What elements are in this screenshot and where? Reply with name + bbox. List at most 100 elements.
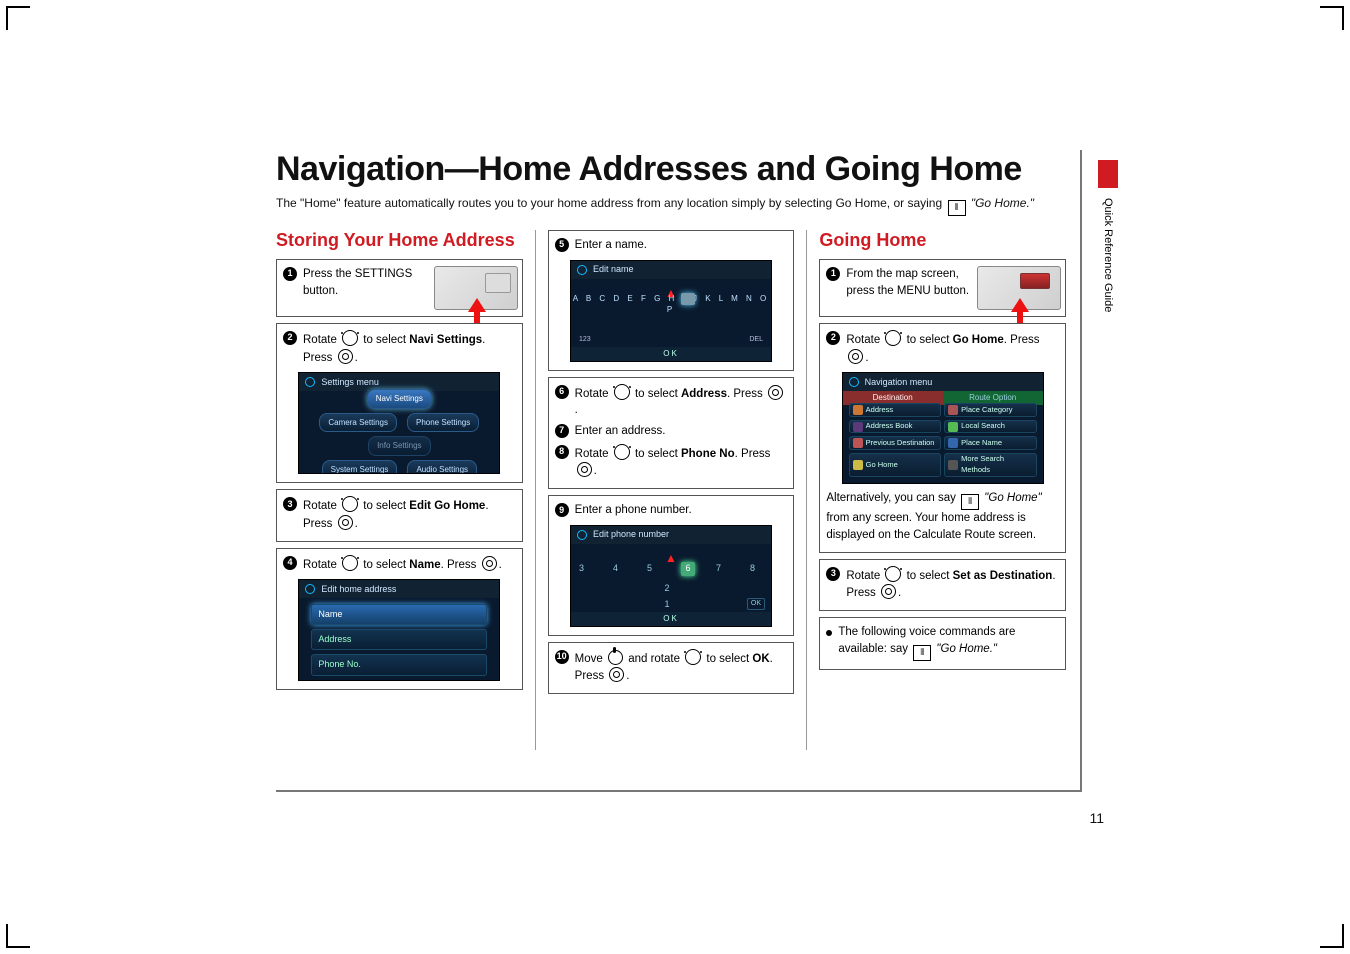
t: . Press [441, 559, 480, 571]
menu-item-info: Info Settings [368, 436, 430, 456]
bullet-gh3: 3 [826, 567, 840, 581]
t: Place Name [961, 438, 1002, 449]
page-title: Navigation—Home Addresses and Going Home [276, 150, 1066, 189]
screenshot-edit-name: Edit name ▲ A B C D E F G H I J K L M N … [570, 260, 772, 362]
t: to select [703, 653, 752, 665]
screenshot-nav-menu: Navigation menu Destination Route Option… [842, 372, 1044, 484]
t: and rotate [625, 653, 683, 665]
t: Rotate [846, 334, 883, 346]
joystick-icon [608, 650, 623, 665]
t: Navi Settings [409, 334, 482, 346]
bullet-gh2: 2 [826, 331, 840, 345]
gh-step-2: 2 Rotate to select Go Home. Press . Navi… [819, 323, 1066, 553]
t: More Search Methods [961, 454, 1033, 476]
step-10: 10 Move and rotate to select OK. Press . [548, 642, 795, 694]
mode-del: DEL [749, 335, 763, 345]
t: . [355, 518, 358, 530]
t: Rotate [846, 570, 883, 582]
t: . Press [727, 388, 766, 400]
shot-title: Edit phone number [593, 528, 669, 541]
screenshot-edit-home: Edit home address Name Address Phone No.… [298, 579, 500, 681]
bullet-6: 6 [555, 385, 569, 399]
col-divider-1 [535, 230, 536, 750]
t: Name [409, 559, 440, 571]
red-tab-marker [1098, 160, 1118, 188]
t: Edit Go Home [409, 500, 485, 512]
column-going-home: Going Home 1 From the map screen, press … [819, 230, 1066, 750]
intro-paragraph: The "Home" feature automatically routes … [276, 195, 1066, 216]
t: Enter a name. [575, 239, 647, 251]
dial-icon [342, 555, 358, 571]
field-name: Name [311, 604, 487, 625]
shot-title: Navigation menu [865, 376, 933, 389]
menu-item-system: System Settings [322, 460, 398, 474]
t: Phone No [681, 448, 735, 460]
step-6-7-8: 6 Rotate to select Address. Press . 7 En… [548, 377, 795, 489]
t: . [594, 465, 597, 477]
bullet-8: 8 [555, 445, 569, 459]
step-5: 5 Enter a name. Edit name ▲ A B C D E F … [548, 230, 795, 371]
t: Move [575, 653, 606, 665]
t: Rotate [303, 500, 340, 512]
column-storing: Storing Your Home Address 1 Press the SE… [276, 230, 523, 750]
t: . [499, 559, 502, 571]
dial-icon [342, 330, 358, 346]
ok-bar: OK [571, 612, 771, 626]
manual-page: Navigation—Home Addresses and Going Home… [276, 150, 1082, 792]
bullet-7: 7 [555, 424, 569, 438]
t: Place Category [961, 405, 1012, 416]
mode-123: 123 [579, 335, 591, 345]
alternative-text: Alternatively, you can say ⦀ "Go Home" f… [826, 490, 1059, 543]
press-icon [338, 515, 353, 530]
voice-icon: ⦀ [948, 200, 966, 216]
t: OK [752, 653, 769, 665]
t: Rotate [575, 448, 612, 460]
t: . [865, 352, 868, 364]
settings-button-graphic [434, 266, 516, 308]
t: Rotate [303, 334, 340, 346]
t: Go Home [953, 334, 1004, 346]
bullet-5: 5 [555, 238, 569, 252]
t: to select [360, 500, 409, 512]
voice-commands-note: The following voice commands are availab… [819, 617, 1066, 670]
bullet-gh1: 1 [826, 267, 840, 281]
bullet-1: 1 [283, 267, 297, 281]
shot-title: Settings menu [321, 376, 379, 389]
dial-icon [685, 649, 701, 665]
col-divider-2 [806, 230, 807, 750]
dial-icon [885, 566, 901, 582]
screenshot-settings-menu: Settings menu Navi Settings Camera Setti… [298, 372, 500, 474]
t: . [626, 670, 629, 682]
column-storing-cont: 5 Enter a name. Edit name ▲ A B C D E F … [548, 230, 795, 750]
ok-bar: OK [571, 347, 771, 361]
shot-title: Edit home address [321, 583, 396, 596]
arrow-down-icon: ▼ [311, 680, 487, 682]
t: to select [632, 448, 681, 460]
t: . Press [1004, 334, 1040, 346]
menu-item-navi: Navi Settings [367, 389, 432, 409]
gh-step-3: 3 Rotate to select Set as Destination. P… [819, 559, 1066, 611]
bullet-10: 10 [555, 650, 569, 664]
menu-item-phone: Phone Settings [407, 413, 479, 433]
shot-title: Edit name [593, 263, 634, 276]
intro-text-b: "Go Home." [968, 196, 1035, 210]
step-9: 9 Enter a phone number. Edit phone numbe… [548, 495, 795, 636]
t: Address [681, 388, 727, 400]
t: to select [903, 334, 952, 346]
t: Address Book [866, 421, 913, 432]
dial-icon [614, 444, 630, 460]
t: from any screen. Your home address is di… [826, 512, 1036, 541]
t: Rotate [575, 388, 612, 400]
t: Rotate [303, 559, 340, 571]
press-icon [482, 556, 497, 571]
t: Go Home [866, 460, 898, 471]
gh-step-1: 1 From the map screen, press the MENU bu… [819, 259, 1066, 317]
step-1: 1 Press the SETTINGS button. [276, 259, 523, 317]
t: "Go Home" [981, 492, 1042, 504]
t: Enter a phone number. [575, 504, 692, 516]
step-2: 2 Rotate to select Navi Settings. Press … [276, 323, 523, 483]
field-address: Address [311, 629, 487, 650]
t: to select [360, 559, 409, 571]
ok-small: OK [747, 598, 765, 610]
menu-button-graphic [977, 266, 1059, 308]
